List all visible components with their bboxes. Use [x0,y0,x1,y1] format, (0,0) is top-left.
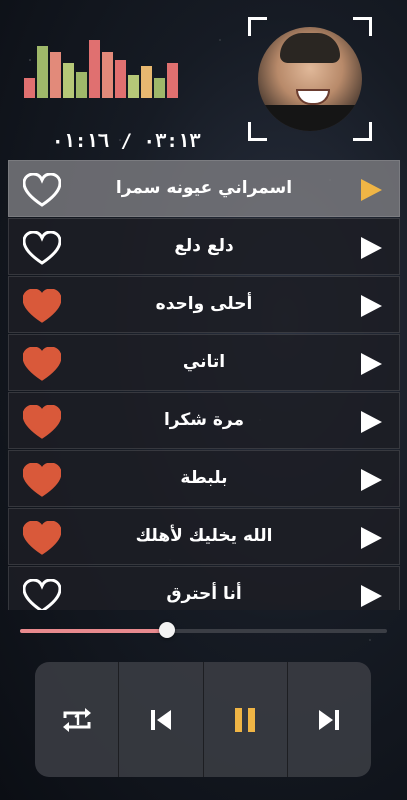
favorite-heart-icon[interactable] [23,231,61,265]
song-row[interactable]: الله يخليك لأهلك [8,508,400,565]
song-row[interactable]: بلبطة [8,450,400,507]
frame-corner [248,17,267,36]
pause-icon [235,707,256,732]
equalizer-bar [141,66,152,98]
play-icon[interactable] [359,352,383,376]
song-title: الله يخليك لأهلك [135,526,273,546]
song-list[interactable]: اسمراني عيونه سمرا دلع دلع أحلى واحده اتاني… [8,160,400,610]
favorite-heart-icon[interactable] [23,405,61,439]
play-icon[interactable] [359,468,383,492]
song-row[interactable]: مرة شكرا [8,392,400,449]
song-row[interactable]: أنا أحترق [8,566,400,610]
song-title: دلع دلع [174,236,234,256]
equalizer-bar [63,63,74,98]
play-icon[interactable] [359,584,383,608]
equalizer-bar [128,75,139,98]
equalizer-bar [37,46,48,98]
song-title: أحلى واحده [155,294,253,314]
favorite-heart-icon[interactable] [23,579,61,610]
next-icon [319,709,340,730]
equalizer-bar [115,60,126,98]
seek-bar-fill [20,629,167,633]
favorite-heart-icon[interactable] [23,463,61,497]
previous-icon [150,709,171,730]
next-button[interactable] [286,662,371,777]
equalizer-visualizer [24,40,196,98]
song-row[interactable]: اتاني [8,334,400,391]
play-icon[interactable] [359,178,383,202]
avatar-photo [258,27,362,131]
seek-bar[interactable] [20,622,387,638]
play-icon[interactable] [359,236,383,260]
equalizer-bar [102,52,113,98]
favorite-heart-icon[interactable] [23,173,61,207]
play-icon[interactable] [359,294,383,318]
seek-bar-knob[interactable] [158,622,175,638]
play-icon[interactable] [359,526,383,550]
equalizer-bar [154,78,165,98]
pause-button[interactable] [202,662,287,777]
song-row[interactable]: أحلى واحده [8,276,400,333]
equalizer-bar [50,52,61,98]
song-row[interactable]: دلع دلع [8,218,400,275]
favorite-heart-icon[interactable] [23,521,61,555]
favorite-heart-icon[interactable] [23,347,61,381]
equalizer-bar [167,63,178,98]
song-title: بلبطة [180,468,228,488]
time-display: ٠٣:١٣ / ٠١:١٦ [52,130,201,152]
song-title: مرة شكرا [163,410,245,430]
equalizer-bar [89,40,100,98]
playback-controls [35,662,371,777]
previous-button[interactable] [118,662,202,777]
frame-corner [353,17,372,36]
song-title: أنا أحترق [166,584,242,604]
song-row[interactable]: اسمراني عيونه سمرا [8,160,400,217]
song-title: اسمراني عيونه سمرا [115,178,293,198]
artist-avatar[interactable] [248,17,372,141]
equalizer-bar [24,78,35,98]
play-icon[interactable] [359,410,383,434]
song-title: اتاني [182,352,226,372]
repeat-button[interactable] [35,662,118,777]
repeat-one-icon [62,707,91,732]
favorite-heart-icon[interactable] [23,289,61,323]
equalizer-bar [76,72,87,98]
